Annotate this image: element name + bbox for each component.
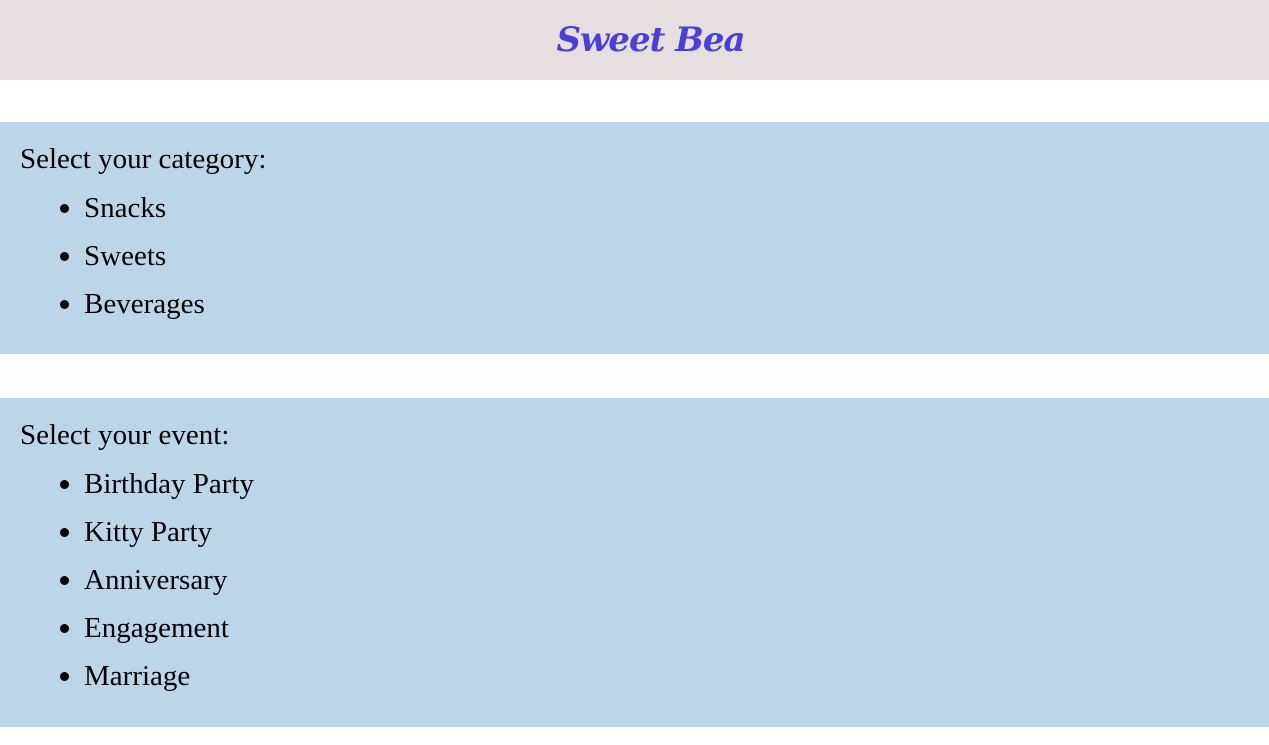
brand-title: Sweet Bea <box>556 20 745 60</box>
bullet-icon <box>60 528 69 537</box>
event-panel: Select your event: Birthday Party Kitty … <box>0 398 1269 727</box>
bullet-icon <box>60 252 69 261</box>
bullet-icon <box>60 624 69 633</box>
category-item-label: Sweets <box>84 240 167 272</box>
category-panel: Select your category: Snacks Sweets Beve… <box>0 122 1269 354</box>
category-item-label: Snacks <box>84 192 167 224</box>
bullet-icon <box>60 480 69 489</box>
event-heading: Select your event: <box>20 419 230 451</box>
event-item-label: Marriage <box>84 660 191 692</box>
event-item-label: Kitty Party <box>84 516 213 548</box>
event-item-label: Engagement <box>84 612 229 644</box>
site-header: Sweet Bea <box>0 0 1269 80</box>
event-item-label: Anniversary <box>84 564 228 596</box>
category-heading: Select your category: <box>20 143 267 175</box>
bullet-icon <box>60 672 69 681</box>
bullet-icon <box>60 204 69 213</box>
event-item-label: Birthday Party <box>84 468 254 500</box>
bullet-icon <box>60 300 69 309</box>
category-item-label: Beverages <box>84 288 205 320</box>
bullet-icon <box>60 576 69 585</box>
